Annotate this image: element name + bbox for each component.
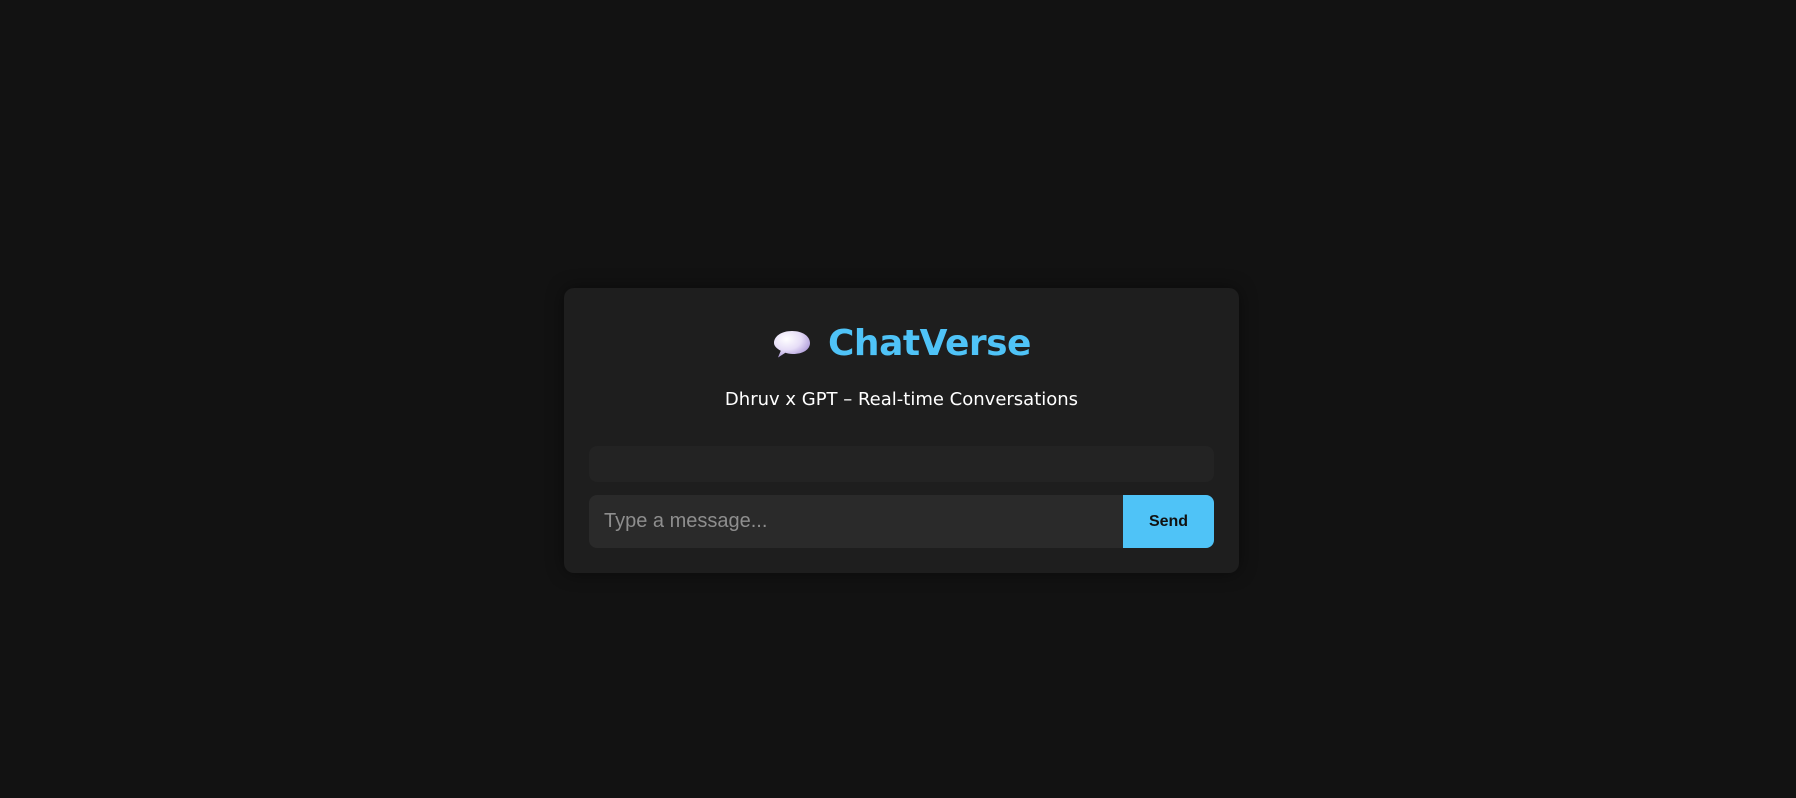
app-subtitle: Dhruv x GPT – Real-time Conversations: [724, 389, 1079, 410]
header: ChatVerse: [564, 318, 1239, 370]
chat-messages-area: [589, 446, 1214, 482]
app-title: ChatVerse: [828, 323, 1031, 364]
page: { "app": { "icon": "speech-bubble-icon",…: [0, 0, 1796, 798]
chat-card: ChatVerse Dhruv x GPT – Real-time Conver…: [564, 288, 1239, 573]
message-composer: Send: [589, 495, 1214, 548]
send-button[interactable]: Send: [1123, 495, 1214, 548]
speech-bubble-icon: [774, 331, 811, 358]
message-input[interactable]: [589, 495, 1123, 548]
